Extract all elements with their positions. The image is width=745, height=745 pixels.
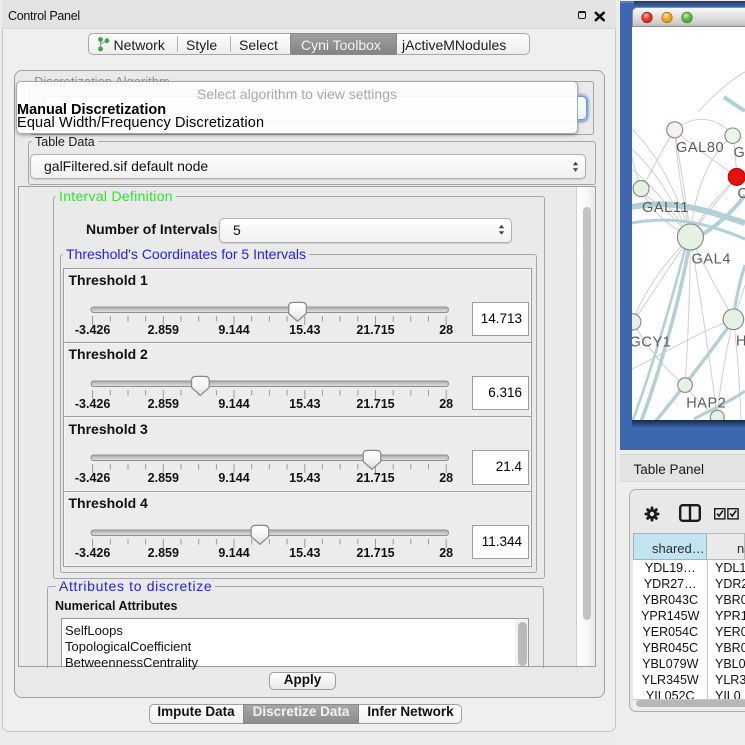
svg-text:21.715: 21.715 xyxy=(356,471,394,485)
svg-text:15.43: 15.43 xyxy=(289,396,320,410)
svg-text:2.859: 2.859 xyxy=(148,545,179,559)
svg-text:28: 28 xyxy=(439,322,453,336)
svg-text:HA: HA xyxy=(736,334,745,350)
svg-text:9.144: 9.144 xyxy=(218,471,249,485)
svg-text:GAL11: GAL11 xyxy=(642,200,689,216)
svg-text:9.144: 9.144 xyxy=(218,322,249,336)
svg-text:28: 28 xyxy=(439,471,453,485)
svg-text:GAL80: GAL80 xyxy=(676,140,724,156)
svg-text:GA: GA xyxy=(734,145,745,161)
svg-text:2.859: 2.859 xyxy=(148,396,179,410)
svg-text:28: 28 xyxy=(439,545,453,559)
svg-text:21.715: 21.715 xyxy=(356,545,394,559)
svg-text:15.43: 15.43 xyxy=(289,471,320,485)
svg-text:GAL4: GAL4 xyxy=(692,252,731,268)
svg-text:2.859: 2.859 xyxy=(148,471,179,485)
svg-text:2.859: 2.859 xyxy=(148,322,179,336)
svg-text:GCY1: GCY1 xyxy=(632,335,671,351)
svg-text:-3.426: -3.426 xyxy=(75,471,110,485)
svg-text:15.43: 15.43 xyxy=(289,545,320,559)
svg-text:9.144: 9.144 xyxy=(218,545,249,559)
svg-text:-3.426: -3.426 xyxy=(75,545,110,559)
svg-text:9.144: 9.144 xyxy=(218,396,249,410)
svg-text:HAP2: HAP2 xyxy=(686,396,726,412)
svg-text:21.715: 21.715 xyxy=(356,322,394,336)
svg-text:-3.426: -3.426 xyxy=(75,396,110,410)
svg-text:15.43: 15.43 xyxy=(289,322,320,336)
svg-text:28: 28 xyxy=(439,396,453,410)
svg-text:21.715: 21.715 xyxy=(356,396,394,410)
svg-text:-3.426: -3.426 xyxy=(75,322,110,336)
svg-text:C: C xyxy=(738,186,745,202)
